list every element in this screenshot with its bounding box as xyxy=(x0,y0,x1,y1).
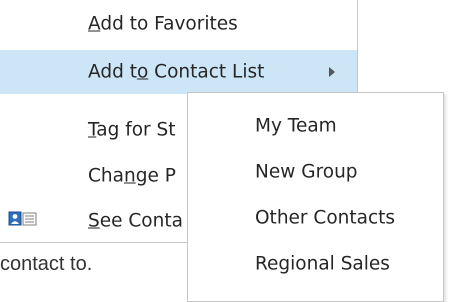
menu-item-label: See Conta xyxy=(88,210,183,232)
accelerator-key: n xyxy=(123,165,136,187)
submenu-item-my-team[interactable]: My Team xyxy=(188,104,443,148)
background-text: contact to. xyxy=(0,253,93,275)
menu-item-label: Add to Favorites xyxy=(88,13,238,35)
contact-card-icon xyxy=(8,211,38,231)
submenu-item-new-group[interactable]: New Group xyxy=(188,150,443,194)
submenu-item-other-contacts[interactable]: Other Contacts xyxy=(188,196,443,240)
submenu-item-regional-sales[interactable]: Regional Sales xyxy=(188,242,443,286)
accelerator-key: o xyxy=(136,61,149,83)
submenu-item-label: Other Contacts xyxy=(255,207,396,229)
menu-item-label: Add to Contact List xyxy=(88,61,265,83)
accelerator-key: A xyxy=(88,13,101,35)
menu-item-label: Change P xyxy=(88,165,176,187)
menu-item-add-to-contact-list[interactable]: Add to Contact List xyxy=(0,50,357,94)
submenu-item-label: Regional Sales xyxy=(255,253,390,275)
menu-item-label: Tag for St xyxy=(88,119,176,141)
accelerator-key: T xyxy=(88,119,97,141)
submenu-arrow-icon xyxy=(329,67,335,77)
menu-item-add-to-favorites[interactable]: Add to Favorites xyxy=(0,2,357,46)
submenu-item-label: My Team xyxy=(255,115,337,137)
contact-list-submenu: My Team New Group Other Contacts Regiona… xyxy=(187,92,444,302)
accelerator-key: S xyxy=(88,210,100,232)
submenu-item-label: New Group xyxy=(255,161,358,183)
